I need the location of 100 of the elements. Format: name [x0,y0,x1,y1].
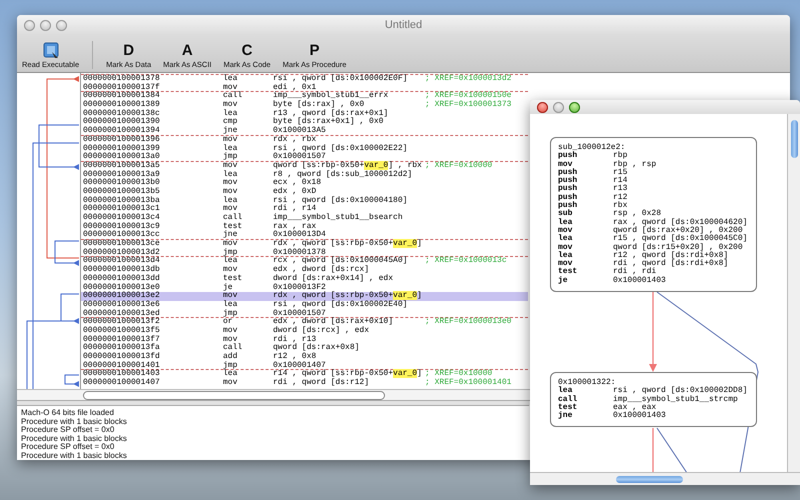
operand-text: r12 , 0x8 [273,353,318,362]
operand-text: dword [ds:rcx] , edx [273,326,370,335]
operand-text: rsp , 0x28 [613,210,662,218]
mnemonic-text: lea [223,170,238,180]
scrollbar-thumb[interactable] [790,120,798,158]
splitter-bar[interactable] [17,401,529,406]
address-text: 00000001000013d2 [83,248,161,257]
address-text: 0000000100001407 [83,379,161,388]
listing-row[interactable]: 00000001000013f7 mov rdi , r13 [81,336,528,344]
listing-row[interactable]: 00000001000013cc jne 0x1000013D4 [81,231,528,240]
address-text: 00000001000013b5 [83,188,161,196]
listing-row[interactable]: 00000001000013f5 mov dword [ds:rcx] , edx [81,326,528,336]
listing-row[interactable]: 00000001000013e2 mov rdx , qword [ss:rbp-0x50+var_0] [81,292,528,301]
operand-text: eax , eax [613,404,656,412]
listing-row[interactable]: 00000001000013e0 je 0x1000013F2 [81,284,528,292]
mnemonic-text: mov [558,244,574,252]
listing-row[interactable]: 00000001000013b5 mov edx , 0xD [81,188,528,197]
listing-row[interactable]: 00000001000013ba lea rsi , qword [ds:0x100004180] [81,196,528,206]
address-text: 00000001000013c9 [83,222,161,231]
listing-row[interactable]: 000000010000138c lea r13 , qword [ds:rax+0x1] [81,110,528,118]
operand-text: rdi , rdi [613,268,658,276]
listing-row[interactable]: 00000001000013a5 mov qword [ss:rbp-0x50+var_0] , rbx ; XREF=0x10000 [81,160,528,171]
code-block-node[interactable]: 0x100001322: lea rsi , qword [ds:0x100002DD8] call imp___symbol_stub1__strcmp test eax , eax jne 0x100001403 [550,372,757,428]
block-label: 0x100001322: [558,379,616,387]
mnemonic-text: test [558,404,578,412]
mnemonic-text: add [223,353,238,361]
address-text: 000000010000138c [83,110,161,118]
listing-row[interactable]: 00000001000013a9 lea r8 , qword [ds:sub_1000012d2] [81,170,528,180]
listing-row[interactable]: 00000001000013db mov edx , dword [ds:rcx] [81,266,528,275]
log-line: Mach-O 64 bits file loaded [21,409,114,418]
listing-row[interactable]: 00000001000013e6 lea rsi , qword [ds:0x100002E40] [81,300,528,310]
xref-comment: ; XREF=0x100001373 [425,101,512,110]
listing-row[interactable]: 0000000100001394 jne 0x1000013A5 [81,127,528,136]
mnemonic-text: sub [558,210,574,218]
listing-row[interactable]: 00000001000013b0 mov ecx , 0x18 [81,179,528,188]
code-block-node[interactable] [550,137,757,292]
mnemonic-text: mov [223,136,238,144]
zoom-button[interactable] [569,102,580,112]
listing-row[interactable]: 0000000100001384 call imp___symbol_stub1__errx ; XREF=0x10000150e [81,91,528,102]
xref-comment: ; XREF=0x10000 [425,370,494,378]
operand-text: 0x100001407 [273,362,327,370]
mnemonic-text: test [223,222,244,231]
listing-row[interactable]: 00000001000013dd test dword [ds:rax+0x14] , edx [81,274,528,284]
mnemonic-text: je [223,284,234,292]
address-text: 00000001000013cc [83,231,161,240]
zoom-button[interactable] [56,20,67,30]
mnemonic-text: jmp [223,362,238,370]
address-text: 00000001000013f7 [83,336,161,344]
listing-row[interactable]: 0000000100001390 cmp byte [ds:rax+0x1] , 0x0 [81,118,528,128]
listing-row[interactable]: 00000001000013ce mov rdx , qword [ss:rbp-0x50+var_0] [81,239,528,249]
scrollbar-thumb[interactable] [616,476,683,482]
listing-row[interactable]: 0000000100001396 mov rdx , rbx [81,134,528,144]
listing-row[interactable]: 0000000100001399 lea rsi , qword [ds:0x100002E22] [81,144,528,154]
address-text: 00000001000013f2 [83,318,161,326]
listing-row[interactable]: 00000001000013ed jmp 0x100001507 [81,310,528,318]
listing-row[interactable]: 0000000100001401 jmp 0x100001407 [81,362,528,370]
mnemonic-text: cmp [223,118,238,126]
listing-row[interactable]: 0000000100001407 mov rdi , qword [ds:r12] ; XREF=0x100001401 [81,379,528,388]
listing-row[interactable]: 0000000100001378 lea rsi , qword [ds:0x100002E0F] ; XREF=0x1000013d2 [81,74,528,84]
address-text: 00000001000013ed [83,310,161,318]
operand-text: imp___symbol_stub1__errx [273,92,390,100]
edge-line [652,428,654,472]
listing-row[interactable]: 00000001000013a0 jmp 0x100001507 [81,153,528,162]
listing-row[interactable]: 00000001000013c1 mov rdi , r14 [81,205,528,214]
listing-row[interactable]: 00000001000013fa call qword [ds:rax+0x8] [81,344,528,353]
listing-row[interactable]: 00000001000013f2 or edx , dword [ds:rax+0x10] ; XREF=0x1000013e0 [81,317,528,327]
mnemonic-text: or [223,318,234,327]
mnemonic-text: lea [223,370,238,380]
listing-row[interactable]: 00000001000013d4 lea rcx , qword [ds:0x1000045A0] ; XREF=0x1000013c [81,256,528,266]
listing-row[interactable]: 00000001000013c4 call imp___symbol_stub1__bsearch [81,214,528,223]
mnemonic-text: mov [223,240,238,248]
close-button[interactable] [537,102,548,112]
listing-row[interactable]: 00000001000013c9 test rax , rax [81,222,528,232]
operand-text: rbp [613,152,628,160]
xref-comment: ; XREF=0x1000013e0 [425,318,512,327]
minimize-button[interactable] [40,20,51,30]
mnemonic-text: lea [223,300,238,309]
mnemonic-text: mov [558,160,572,169]
operand-text: r14 [613,177,628,186]
listing-row[interactable]: 0000000100001389 mov byte [ds:rax] , 0x0 ; XREF=0x100001373 [81,101,528,110]
minimize-button[interactable] [553,102,564,112]
scrollbar-thumb[interactable] [83,390,385,400]
operand-text: r12 [613,194,628,202]
address-text: 0000000100001403 [83,370,161,378]
xref-comment: ; XREF=0x1000013c [425,257,508,266]
mnemonic-text: call [223,344,244,352]
operand-text: rsi , qword [ds:0x100002E22] [273,144,408,152]
log-line: Procedure with 1 basic blocks [21,434,127,443]
mnemonic-text: call [223,214,244,222]
mnemonic-text: push [558,177,578,186]
operand-text: rbx [613,202,628,210]
listing-row[interactable]: 00000001000013fd add r12 , 0x8 [81,353,528,362]
mnemonic-text: jmp [223,248,238,257]
listing-row[interactable]: 0000000100001403 lea r14 , qword [ss:rbp-0x50+var_0] ; XREF=0x10000 [81,369,528,380]
listing-row[interactable]: 000000010000137f mov edi , 0x1 [81,84,528,92]
log-line: Procedure SP offset = 0x0 [21,426,114,434]
address-text: 00000001000013b0 [83,179,161,188]
listing-row[interactable]: 00000001000013d2 jmp 0x100001378 [81,248,528,258]
operand-text: rdx , qword [ss:rbp-0x50+var_0] [273,292,423,300]
operand-text: rsi , qword [ds:0x100004180] [273,196,408,205]
